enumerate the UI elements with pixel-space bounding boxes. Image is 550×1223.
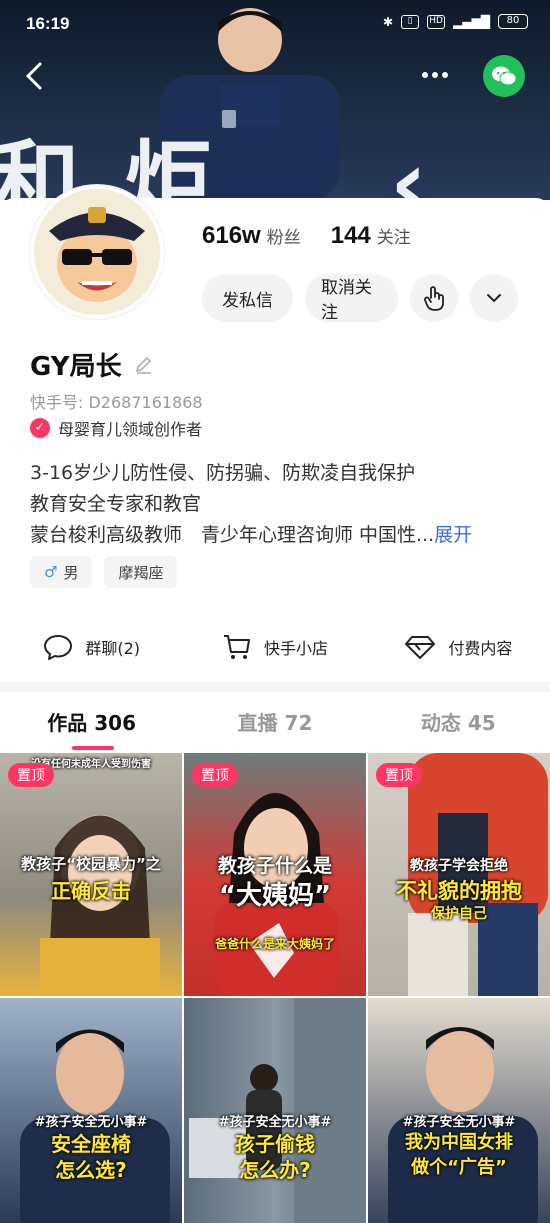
hd-icon: HD — [427, 14, 446, 29]
zodiac-tag: 摩羯座 — [104, 556, 178, 588]
tab-moments[interactable]: 动态 45 — [367, 700, 550, 752]
chat-icon — [44, 635, 73, 660]
edit-pencil-icon[interactable] — [134, 354, 154, 374]
video-caption-line1: 孩子偷钱 — [235, 1132, 315, 1156]
tab-works[interactable]: 作品 306 — [0, 700, 183, 752]
profile-name: GY局长 — [30, 352, 122, 382]
avatar[interactable] — [30, 185, 164, 319]
verified-check-icon: ✓ — [30, 418, 50, 438]
diamond-icon — [405, 636, 436, 659]
video-thumbnail[interactable]: 置顶 教孩子学会拒绝 不礼貌的拥抱 保护自己 — [368, 753, 550, 996]
video-thumbnail[interactable]: #孩子安全无小事# 孩子偷钱 怎么办? — [184, 998, 366, 1223]
video-caption-line2: 不礼貌的拥抱 — [396, 879, 522, 903]
shop-button[interactable]: 快手小店 — [183, 624, 366, 670]
more-dots-icon — [422, 72, 448, 78]
status-time: 16:19 — [26, 14, 70, 33]
send-message-button[interactable]: 发私信 — [202, 274, 293, 322]
bluetooth-icon: ✱ — [383, 14, 394, 29]
creator-badge[interactable]: ✓ 母婴育儿领域创作者 — [30, 416, 202, 440]
tap-gesture-button[interactable] — [410, 274, 458, 322]
bio-line: 蒙台梭利高级教师 青少年心理咨询师 中国性... — [30, 524, 435, 546]
signal-icon: ▂▄▆█ — [453, 14, 490, 29]
kuaishou-id[interactable]: 快手号: D2687161868 — [30, 389, 203, 413]
pinned-badge: 置顶 — [8, 763, 54, 787]
bio-line: 3-16岁少儿防性侵、防拐骗、防欺凌自我保护 — [30, 462, 416, 484]
video-caption-line1: 安全座椅 — [51, 1132, 131, 1156]
back-arrow-icon — [25, 62, 42, 90]
back-button[interactable] — [22, 58, 52, 94]
bio-line: 教育安全专家和教官 — [30, 493, 202, 515]
status-bar: 16:19 ✱ ▯ HD ▂▄▆█ 80 — [0, 0, 550, 50]
unfollow-button[interactable]: 取消关注 — [305, 274, 398, 323]
pinned-badge: 置顶 — [376, 763, 422, 787]
profile-bio: 3-16岁少儿防性侵、防拐骗、防欺凌自我保护 教育安全专家和教官 蒙台梭利高级教… — [30, 458, 530, 551]
tool-label: 付费内容 — [448, 639, 513, 658]
cartoon-police-avatar-image — [34, 189, 160, 315]
video-caption-line1: 教孩子学会拒绝 — [410, 858, 508, 874]
cart-icon — [223, 635, 250, 659]
profile-tags: ♂ 男 摩羯座 — [30, 556, 178, 588]
tool-label: 快手小店 — [263, 639, 328, 658]
video-thumbnail[interactable]: #孩子安全无小事# 安全座椅 怎么选? — [0, 998, 182, 1223]
profile-actions: 发私信 取消关注 — [202, 274, 518, 323]
following-count: 144 — [330, 222, 371, 249]
video-thumbnail[interactable]: 置顶 教孩子什么是 “大姨妈” 爸爸什么是来大姨妈了 — [184, 753, 366, 996]
video-caption-line2: 正确反击 — [51, 879, 131, 903]
video-caption-line2: 怎么办? — [239, 1158, 311, 1182]
following-stat[interactable]: 144 关注 — [331, 222, 411, 250]
profile-tools: 群聊(2) 快手小店 付费内容 — [0, 624, 550, 670]
video-thumbnail[interactable]: 没有任何未成年人受到伤害 置顶 教孩子“校园暴力”之 正确反击 — [0, 753, 182, 996]
video-thumbnail[interactable]: #孩子安全无小事# 我为中国女排 做个“广告” — [368, 998, 550, 1223]
followers-count: 616w — [202, 222, 261, 249]
gender-tag: ♂ 男 — [30, 556, 93, 588]
creator-label: 母婴育儿领域创作者 — [58, 420, 203, 439]
group-chat-button[interactable]: 群聊(2) — [0, 624, 183, 670]
video-subtitle: 保护自己 — [431, 906, 487, 922]
active-tab-indicator — [72, 746, 114, 750]
paid-content-button[interactable]: 付费内容 — [367, 624, 550, 670]
more-button[interactable] — [420, 60, 450, 90]
section-divider — [0, 682, 550, 692]
battery-icon: 80 — [498, 14, 528, 29]
video-caption-line2: 做个“广告” — [411, 1157, 507, 1178]
video-caption-line1: 教孩子“校园暴力”之 — [21, 855, 161, 873]
vibrate-icon: ▯ — [401, 14, 420, 29]
following-label: 关注 — [376, 228, 411, 248]
chevron-down-icon — [487, 294, 501, 303]
video-caption-line2: “大姨妈” — [218, 881, 332, 911]
video-caption-line1: 我为中国女排 — [405, 1132, 513, 1153]
wechat-icon — [492, 66, 517, 86]
followers-label: 粉丝 — [266, 228, 301, 248]
profile-stats: 616w 粉丝 144 关注 — [202, 222, 411, 250]
wechat-share-button[interactable] — [483, 55, 525, 97]
tab-live[interactable]: 直播 72 — [183, 700, 366, 752]
video-caption-line1: 教孩子什么是 — [217, 855, 332, 877]
expand-recommendations-button[interactable] — [470, 274, 518, 322]
cover-background-text: 和 炬 ‹ — [0, 131, 434, 200]
video-caption-line2: 怎么选? — [55, 1158, 127, 1182]
video-grid: 没有任何未成年人受到伤害 置顶 教孩子“校园暴力”之 正确反击 置顶 教孩子什么… — [0, 753, 550, 1223]
video-subtitle: 爸爸什么是来大姨妈了 — [214, 937, 335, 951]
followers-stat[interactable]: 616w 粉丝 — [202, 222, 301, 250]
male-icon: ♂ — [44, 563, 58, 581]
pinned-badge: 置顶 — [192, 763, 238, 787]
tool-label: 群聊(2) — [85, 639, 140, 658]
content-tabs: 作品 306 直播 72 动态 45 — [0, 700, 550, 752]
expand-bio-link[interactable]: 展开 — [434, 524, 472, 546]
tap-hand-icon — [424, 286, 444, 311]
